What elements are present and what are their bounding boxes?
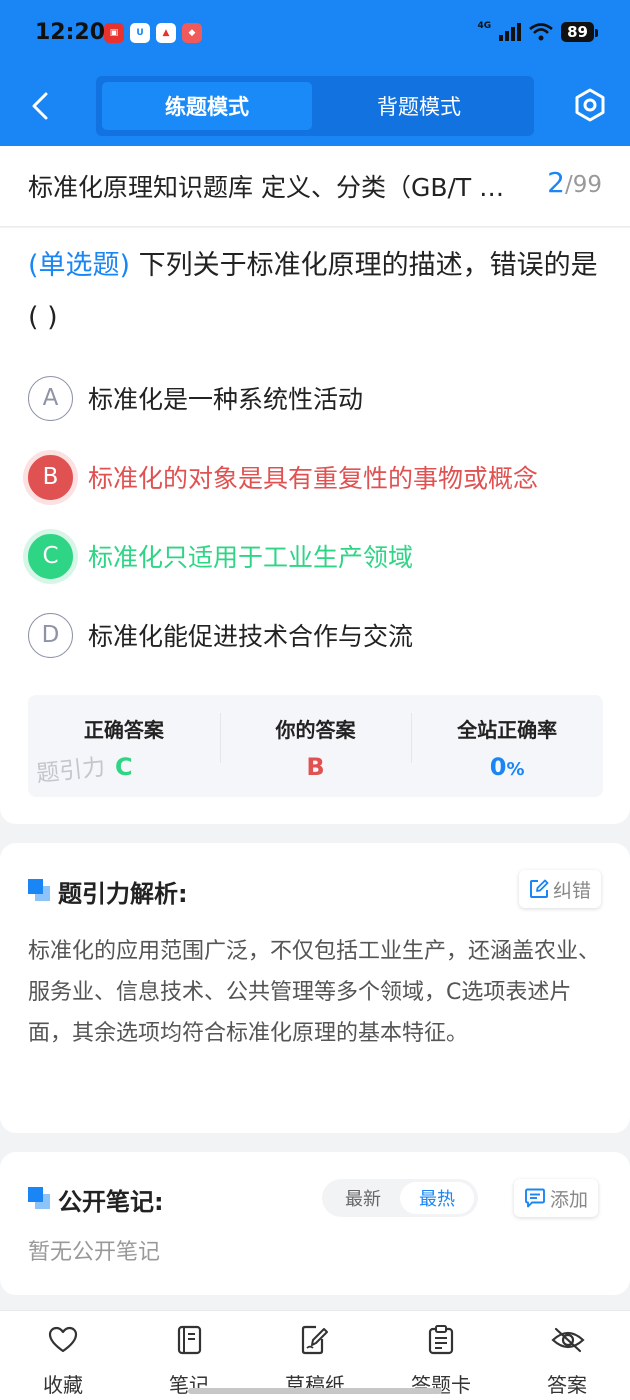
edit-icon <box>530 879 549 898</box>
question-counter[interactable]: 2/99 <box>547 166 602 199</box>
option-letter: C <box>28 533 73 579</box>
top-bar: 12:20 ▣ U ▲ ◆ 4G 89 练题模式 背题模式 <box>0 0 630 146</box>
comment-icon <box>525 1188 545 1208</box>
report-error-label: 纠错 <box>553 879 592 902</box>
option-letter: A <box>28 375 73 421</box>
tab-favorite[interactable]: 收藏 <box>0 1311 126 1400</box>
option-letter: D <box>28 612 73 658</box>
current-question-number: 2 <box>547 166 565 199</box>
settings-button[interactable] <box>572 87 608 123</box>
option-c[interactable]: C 标准化只适用于工业生产领域 <box>28 528 608 584</box>
notes-sort-toggle: 最新 最热 <box>322 1179 478 1217</box>
correct-answer-label: 正确答案 <box>83 718 164 742</box>
notification-app-icon: ▲ <box>156 23 176 43</box>
option-text: 标准化只适用于工业生产领域 <box>88 543 414 572</box>
option-text: 标准化是一种系统性活动 <box>88 385 364 414</box>
total-questions: /99 <box>564 172 602 198</box>
option-d[interactable]: D 标准化能促进技术合作与交流 <box>28 607 608 663</box>
home-indicator[interactable] <box>188 1388 442 1394</box>
network-type: 4G <box>477 21 492 31</box>
notification-app-icon: U <box>130 23 150 43</box>
option-a[interactable]: A 标准化是一种系统性活动 <box>28 370 608 426</box>
notebook-icon <box>177 1325 202 1355</box>
wifi-icon <box>529 23 553 41</box>
your-answer-label: 你的答案 <box>275 718 356 742</box>
notification-app-icon: ◆ <box>182 23 202 43</box>
empty-notes-text: 暂无公开笔记 <box>28 1240 161 1265</box>
accuracy-value: 0% <box>411 753 603 781</box>
signal-icon <box>499 23 522 41</box>
your-answer-stat: 你的答案 B <box>219 695 412 797</box>
mode-switch: 练题模式 背题模式 <box>96 76 534 136</box>
bottom-toolbar: 收藏 笔记 草稿纸 答题卡 答案 <box>0 1310 630 1400</box>
correct-answer-stat: 正确答案 C 题引力 <box>28 695 220 797</box>
option-text: 标准化能促进技术合作与交流 <box>88 622 414 651</box>
tab-label: 答案 <box>547 1373 587 1397</box>
back-button[interactable] <box>24 86 56 126</box>
sort-latest[interactable]: 最新 <box>326 1182 400 1214</box>
accuracy-number: 0 <box>489 753 507 781</box>
question-type: (单选题) <box>28 250 131 281</box>
settings-icon <box>575 88 605 122</box>
analysis-text: 标准化的应用范围广泛，不仅包括工业生产，还涵盖农业、服务业、信息技术、公共管理等… <box>28 939 601 1046</box>
watermark: 题引力 <box>35 754 107 788</box>
eye-off-icon <box>551 1327 585 1353</box>
answer-sheet-icon <box>428 1325 454 1355</box>
analysis-card: 题引力解析: 纠错 标准化的应用范围广泛，不仅包括工业生产，还涵盖农业、服务业、… <box>0 843 630 1133</box>
heart-icon <box>48 1326 78 1353</box>
answer-stats: 正确答案 C 题引力 你的答案 B 全站正确率 0% <box>28 695 603 797</box>
section-icon <box>28 1187 52 1211</box>
draft-paper-icon <box>301 1325 328 1355</box>
public-notes-card: 公开笔记: 最新 最热 添加 暂无公开笔记 <box>0 1152 630 1295</box>
tab-draft-paper[interactable]: 草稿纸 <box>252 1311 378 1400</box>
option-letter: B <box>28 454 73 500</box>
chevron-left-icon <box>32 92 48 120</box>
battery-indicator: 89 <box>561 22 598 42</box>
accuracy-unit: % <box>506 759 525 780</box>
option-b[interactable]: B 标准化的对象是具有重复性的事物或概念 <box>28 449 608 505</box>
question-card: (单选题) 下列关于标准化原理的描述，错误的是( ) A 标准化是一种系统性活动… <box>0 228 630 824</box>
accuracy-label: 全站正确率 <box>457 718 558 742</box>
question-stem: (单选题) 下列关于标准化原理的描述，错误的是( ) <box>28 240 608 344</box>
system-icons: 4G 89 <box>477 21 598 42</box>
notes-title: 公开笔记: <box>58 1188 164 1216</box>
tab-memorize-mode[interactable]: 背题模式 <box>314 82 524 130</box>
tab-answer-sheet[interactable]: 答题卡 <box>378 1311 504 1400</box>
section-icon <box>28 879 52 903</box>
tab-notes[interactable]: 笔记 <box>126 1311 252 1400</box>
nav-bar: 练题模式 背题模式 <box>0 70 630 140</box>
tab-practice-mode[interactable]: 练题模式 <box>102 82 312 130</box>
notification-icons: ▣ U ▲ ◆ <box>104 23 202 43</box>
status-bar: 12:20 ▣ U ▲ ◆ 4G 89 <box>0 0 630 66</box>
sort-hottest[interactable]: 最热 <box>400 1182 474 1214</box>
option-text: 标准化的对象是具有重复性的事物或概念 <box>88 464 539 493</box>
question-bank-title: 标准化原理知识题库 定义、分类（GB/T 20000.1-2014） <box>28 173 508 202</box>
question-bank-header: 标准化原理知识题库 定义、分类（GB/T 20000.1-2014） 2/99 <box>0 146 630 227</box>
status-time: 12:20 <box>35 20 106 45</box>
your-answer-value: B <box>306 753 325 781</box>
report-error-button[interactable]: 纠错 <box>519 870 602 908</box>
tab-label: 收藏 <box>43 1373 83 1397</box>
tab-show-answer[interactable]: 答案 <box>504 1311 630 1400</box>
add-note-button[interactable]: 添加 <box>514 1179 599 1217</box>
analysis-title: 题引力解析: <box>58 880 188 908</box>
accuracy-stat: 全站正确率 0% <box>411 695 603 797</box>
add-note-label: 添加 <box>550 1188 589 1211</box>
notification-app-icon: ▣ <box>104 23 124 43</box>
